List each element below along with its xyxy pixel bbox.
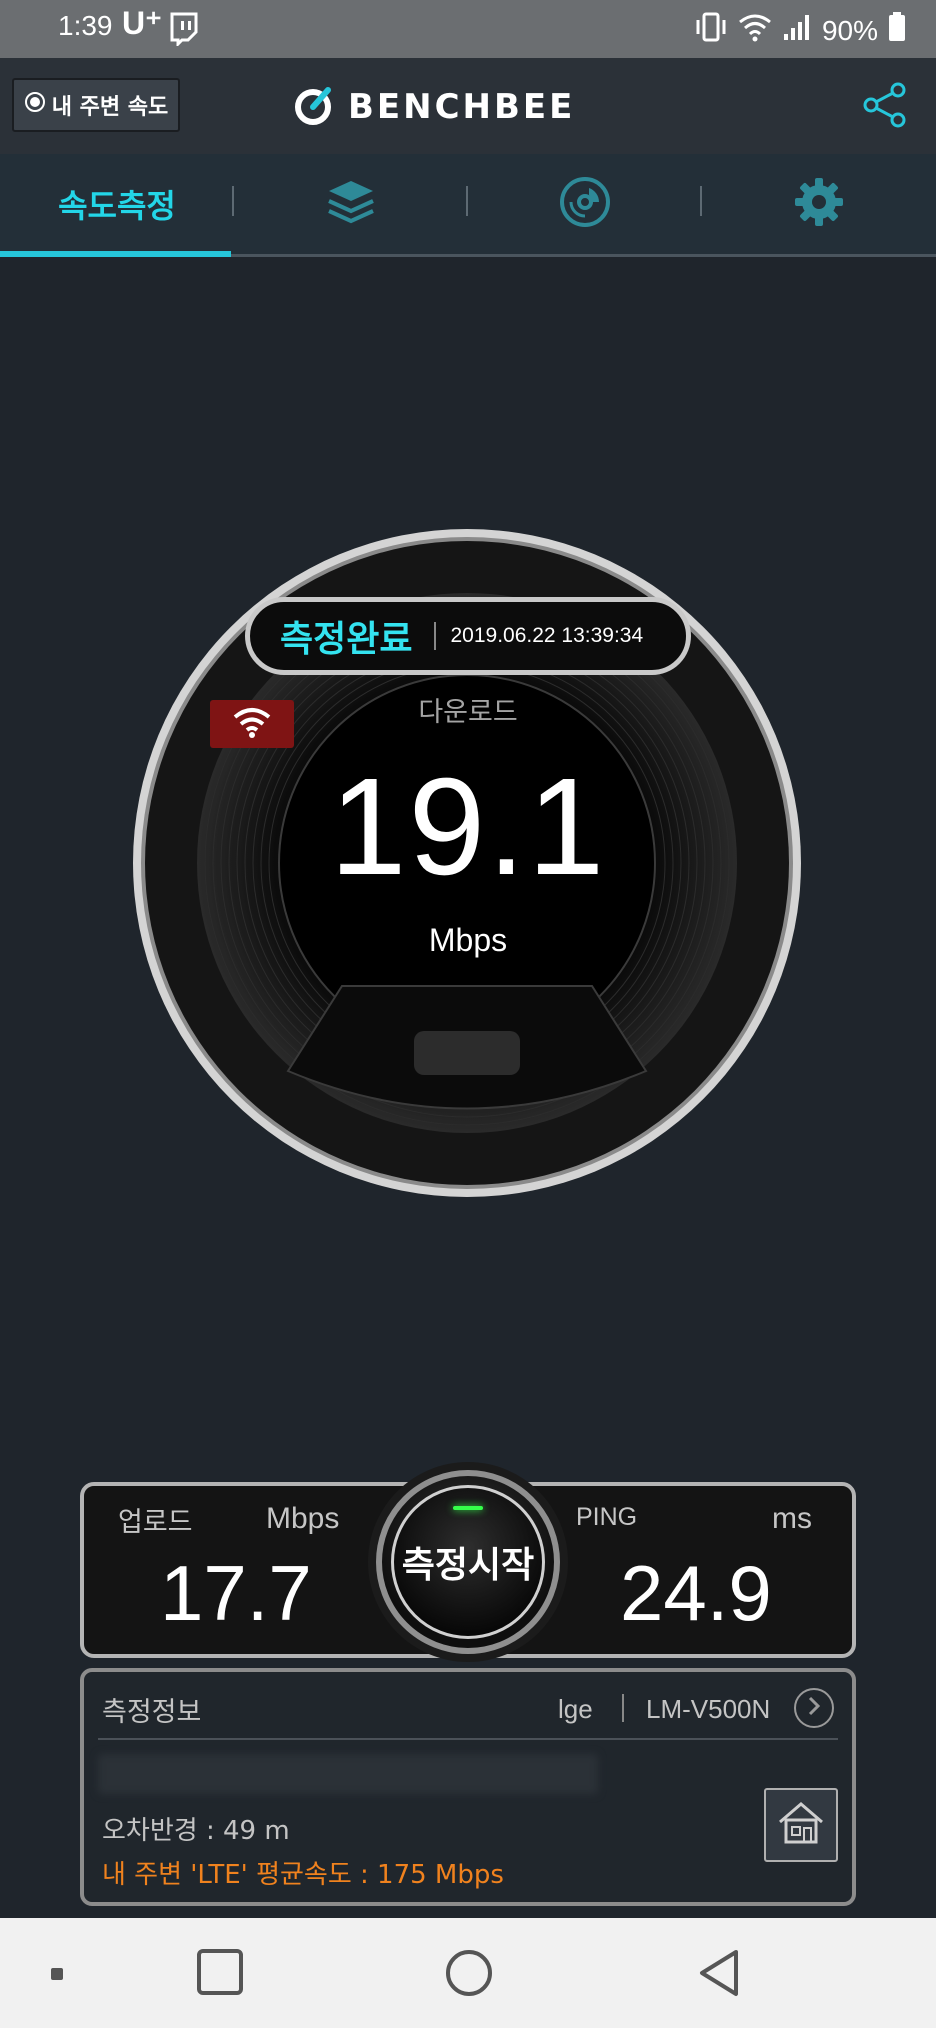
start-test-button-face: 측정시작 xyxy=(391,1485,545,1639)
start-test-label: 측정시작 xyxy=(401,1545,535,1586)
carrier-logo: U⁺ xyxy=(122,5,162,41)
upload-unit: Mbps xyxy=(266,1502,340,1535)
info-divider xyxy=(98,1738,838,1740)
active-tab-indicator xyxy=(0,251,231,257)
measurement-datetime: 2019.06.22 13:39:34 xyxy=(450,624,644,647)
chevron-right-icon xyxy=(806,1696,822,1720)
share-icon[interactable] xyxy=(862,82,908,132)
logo-text: BENCHBEE xyxy=(348,87,576,127)
signal-icon xyxy=(782,12,812,49)
tab-speed-test-label: 속도측정 xyxy=(58,187,176,225)
error-radius: 오차반경 : 49 m xyxy=(102,1816,290,1846)
measurement-info-panel: 측정정보 lge LM-V500N 오차반경 : 49 m 내 주변 'LTE'… xyxy=(80,1668,856,1906)
ping-value: 24.9 xyxy=(620,1549,772,1637)
benchbee-logo: BENCHBEE xyxy=(292,84,575,130)
ping-label: PING xyxy=(576,1503,638,1531)
info-title: 측정정보 xyxy=(102,1697,202,1728)
target-icon xyxy=(24,91,46,119)
tab-settings[interactable] xyxy=(702,154,936,254)
vibrate-icon xyxy=(694,12,728,49)
system-nav-bar xyxy=(0,1918,936,2028)
download-label: 다운로드 xyxy=(418,697,518,728)
upload-value: 17.7 xyxy=(160,1549,312,1637)
status-bar: 1:39 U⁺ 90% xyxy=(0,0,936,58)
info-divider-vertical xyxy=(622,1694,624,1722)
gear-icon xyxy=(793,176,845,232)
nearby-speed-label: 내 주변 속도 xyxy=(51,95,169,120)
back-icon[interactable] xyxy=(696,1948,742,2002)
upload-label: 업로드 xyxy=(118,1507,193,1538)
nav-dot-icon[interactable] xyxy=(50,1966,64,1985)
battery-icon xyxy=(888,12,906,49)
measurement-status-pill: 측정완료 2019.06.22 13:39:34 xyxy=(245,597,691,675)
ping-unit: ms xyxy=(772,1502,812,1535)
recent-apps-icon[interactable] xyxy=(196,1948,244,2000)
app-header: 내 주변 속도 BENCHBEE xyxy=(0,58,936,156)
gauge-logo-icon xyxy=(292,84,334,130)
status-divider xyxy=(434,622,437,650)
status-time: 1:39 xyxy=(58,10,113,41)
device-model: LM-V500N xyxy=(646,1694,771,1724)
start-test-button[interactable]: 측정시작 xyxy=(376,1470,560,1654)
download-value: 19.1 xyxy=(329,750,607,904)
battery-percent: 90% xyxy=(821,14,878,46)
info-more-button[interactable] xyxy=(794,1688,834,1728)
tab-statistics[interactable] xyxy=(468,154,702,254)
nearby-speed-button[interactable]: 내 주변 속도 xyxy=(12,78,180,132)
layers-icon xyxy=(325,177,377,231)
home-location-button[interactable] xyxy=(764,1788,838,1862)
nearby-average-speed: 내 주변 'LTE' 평균속도 : 175 Mbps xyxy=(102,1860,504,1890)
twitch-icon xyxy=(168,12,200,50)
home-circle-icon[interactable] xyxy=(444,1948,494,2002)
status-led xyxy=(453,1506,483,1510)
blurred-location xyxy=(98,1754,598,1794)
tab-history[interactable] xyxy=(234,154,468,254)
wifi-status-icon xyxy=(738,12,772,49)
measurement-status: 측정완료 xyxy=(280,619,413,660)
house-icon xyxy=(776,1800,826,1850)
tab-speed-test[interactable]: 속도측정 xyxy=(0,154,234,257)
download-unit: Mbps xyxy=(428,922,508,958)
tab-bar: 속도측정 xyxy=(0,154,936,257)
device-vendor: lge xyxy=(558,1694,593,1724)
disk-icon xyxy=(559,176,611,232)
